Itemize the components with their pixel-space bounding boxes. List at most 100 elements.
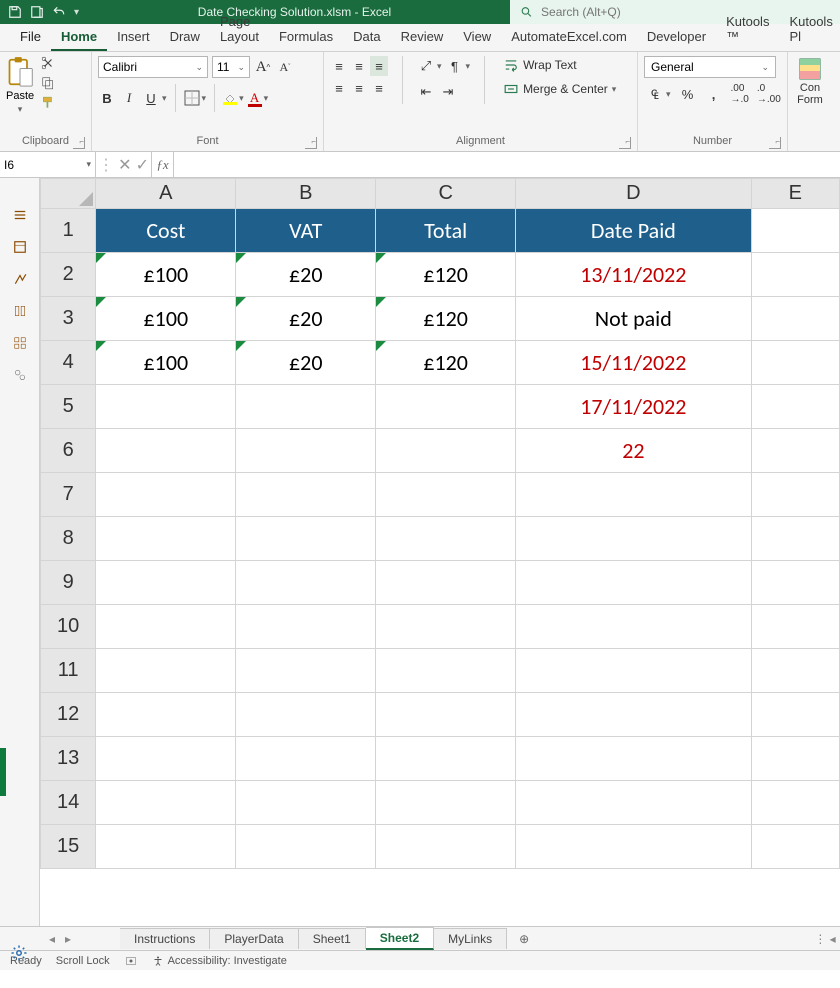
ribbon-tab-page-layout[interactable]: Page Layout xyxy=(210,8,269,51)
align-left-icon[interactable]: ≡ xyxy=(330,78,348,98)
ribbon-tab-data[interactable]: Data xyxy=(343,23,390,51)
cell[interactable] xyxy=(236,825,376,869)
col-header-A[interactable]: A xyxy=(96,179,236,209)
cell[interactable] xyxy=(236,781,376,825)
align-top-icon[interactable]: ≡ xyxy=(330,56,348,76)
cell[interactable] xyxy=(751,429,839,473)
row-header[interactable]: 12 xyxy=(41,693,96,737)
row-header[interactable]: 5 xyxy=(41,385,96,429)
row-header[interactable]: 6 xyxy=(41,429,96,473)
cell[interactable] xyxy=(376,473,516,517)
cell[interactable]: £20 xyxy=(236,341,376,385)
select-all-corner[interactable] xyxy=(41,179,96,209)
text-direction-button[interactable]: ¶▾ xyxy=(446,56,471,76)
cell[interactable] xyxy=(516,825,751,869)
side-icon-1[interactable] xyxy=(12,208,28,222)
increase-font-icon[interactable]: A^ xyxy=(254,57,272,77)
col-header-C[interactable]: C xyxy=(376,179,516,209)
row-header[interactable]: 4 xyxy=(41,341,96,385)
cell[interactable]: Total xyxy=(376,209,516,253)
cell[interactable]: 22 xyxy=(516,429,751,473)
side-icon-3[interactable] xyxy=(12,272,28,286)
italic-button[interactable]: I xyxy=(120,88,138,108)
decrease-decimal-icon[interactable]: .0→.00 xyxy=(757,84,781,104)
cell[interactable] xyxy=(516,605,751,649)
row-header[interactable]: 1 xyxy=(41,209,96,253)
cell[interactable] xyxy=(516,473,751,517)
cell[interactable] xyxy=(376,517,516,561)
cell[interactable] xyxy=(96,385,236,429)
increase-indent-icon[interactable]: ⇥ xyxy=(439,82,457,102)
cell[interactable] xyxy=(751,385,839,429)
accounting-format-button[interactable]: ₠▾ xyxy=(646,84,671,104)
cell[interactable] xyxy=(96,561,236,605)
cell[interactable] xyxy=(376,561,516,605)
cell[interactable] xyxy=(96,429,236,473)
font-size-combo[interactable]: 11⌄ xyxy=(212,56,250,78)
ribbon-tab-insert[interactable]: Insert xyxy=(107,23,160,51)
tab-playerdata[interactable]: PlayerData xyxy=(210,928,298,949)
format-painter-icon[interactable] xyxy=(40,96,56,110)
cell[interactable] xyxy=(751,737,839,781)
cell[interactable]: £120 xyxy=(376,297,516,341)
font-name-combo[interactable]: Calibri⌄ xyxy=(98,56,208,78)
paste-button[interactable]: Paste ▾ xyxy=(6,56,34,115)
cell[interactable] xyxy=(96,781,236,825)
save-icon[interactable] xyxy=(8,5,22,19)
cell[interactable] xyxy=(751,605,839,649)
row-header[interactable]: 2 xyxy=(41,253,96,297)
cell[interactable] xyxy=(96,693,236,737)
decrease-font-icon[interactable]: Aˇ xyxy=(276,57,294,77)
row-header[interactable]: 14 xyxy=(41,781,96,825)
cell[interactable] xyxy=(96,517,236,561)
cell[interactable] xyxy=(236,649,376,693)
cell[interactable]: Date Paid xyxy=(516,209,751,253)
cell[interactable] xyxy=(751,781,839,825)
increase-decimal-icon[interactable]: .00→.0 xyxy=(731,84,749,104)
cell[interactable] xyxy=(96,605,236,649)
align-center-icon[interactable]: ≡ xyxy=(350,78,368,98)
status-accessibility[interactable]: Accessibility: Investigate xyxy=(152,955,287,967)
orientation-button[interactable]: ⤢▾ xyxy=(417,56,442,76)
cell[interactable] xyxy=(236,429,376,473)
cell[interactable] xyxy=(376,737,516,781)
cell[interactable]: £100 xyxy=(96,253,236,297)
ribbon-tab-kutools-plus[interactable]: Kutools Pl xyxy=(779,8,840,51)
cell[interactable] xyxy=(236,693,376,737)
tab-scroll-menu[interactable]: ⋮ ◂ xyxy=(810,932,840,946)
row-header[interactable]: 8 xyxy=(41,517,96,561)
underline-button[interactable]: U▾ xyxy=(142,88,167,108)
name-box[interactable]: I6▾ xyxy=(0,152,96,177)
qat-customize-dropdown[interactable]: ▾ xyxy=(74,7,79,18)
cancel-entry-icon[interactable]: ✕ xyxy=(118,155,131,175)
cell[interactable]: 13/11/2022 xyxy=(516,253,751,297)
cell[interactable] xyxy=(516,693,751,737)
cell[interactable]: £120 xyxy=(376,253,516,297)
ribbon-tab-draw[interactable]: Draw xyxy=(160,23,210,51)
cell[interactable] xyxy=(751,209,839,253)
cell[interactable] xyxy=(516,517,751,561)
merge-center-button[interactable]: Merge & Center ▾ xyxy=(499,80,620,98)
clipboard-launcher-icon[interactable]: ⌐ xyxy=(73,137,85,149)
cell[interactable] xyxy=(751,649,839,693)
align-middle-icon[interactable]: ≡ xyxy=(350,56,368,76)
ribbon-tab-kutools[interactable]: Kutools ™ xyxy=(716,8,779,51)
alignment-launcher-icon[interactable]: ⌐ xyxy=(619,137,631,149)
side-icon-6[interactable] xyxy=(12,368,28,382)
cell[interactable] xyxy=(376,649,516,693)
cell[interactable] xyxy=(96,737,236,781)
cell[interactable]: Not paid xyxy=(516,297,751,341)
ribbon-tab-developer[interactable]: Developer xyxy=(637,23,716,51)
row-header[interactable]: 15 xyxy=(41,825,96,869)
cell[interactable]: 17/11/2022 xyxy=(516,385,751,429)
cell[interactable] xyxy=(236,737,376,781)
cell[interactable] xyxy=(236,605,376,649)
ribbon-tab-view[interactable]: View xyxy=(453,23,501,51)
tab-nav-prev-icon[interactable]: ◂ xyxy=(49,932,55,946)
col-header-E[interactable]: E xyxy=(751,179,839,209)
tab-mylinks[interactable]: MyLinks xyxy=(434,928,507,949)
row-header[interactable]: 11 xyxy=(41,649,96,693)
cell[interactable] xyxy=(751,517,839,561)
autosave-icon[interactable] xyxy=(30,5,44,19)
ribbon-tab-review[interactable]: Review xyxy=(391,23,454,51)
